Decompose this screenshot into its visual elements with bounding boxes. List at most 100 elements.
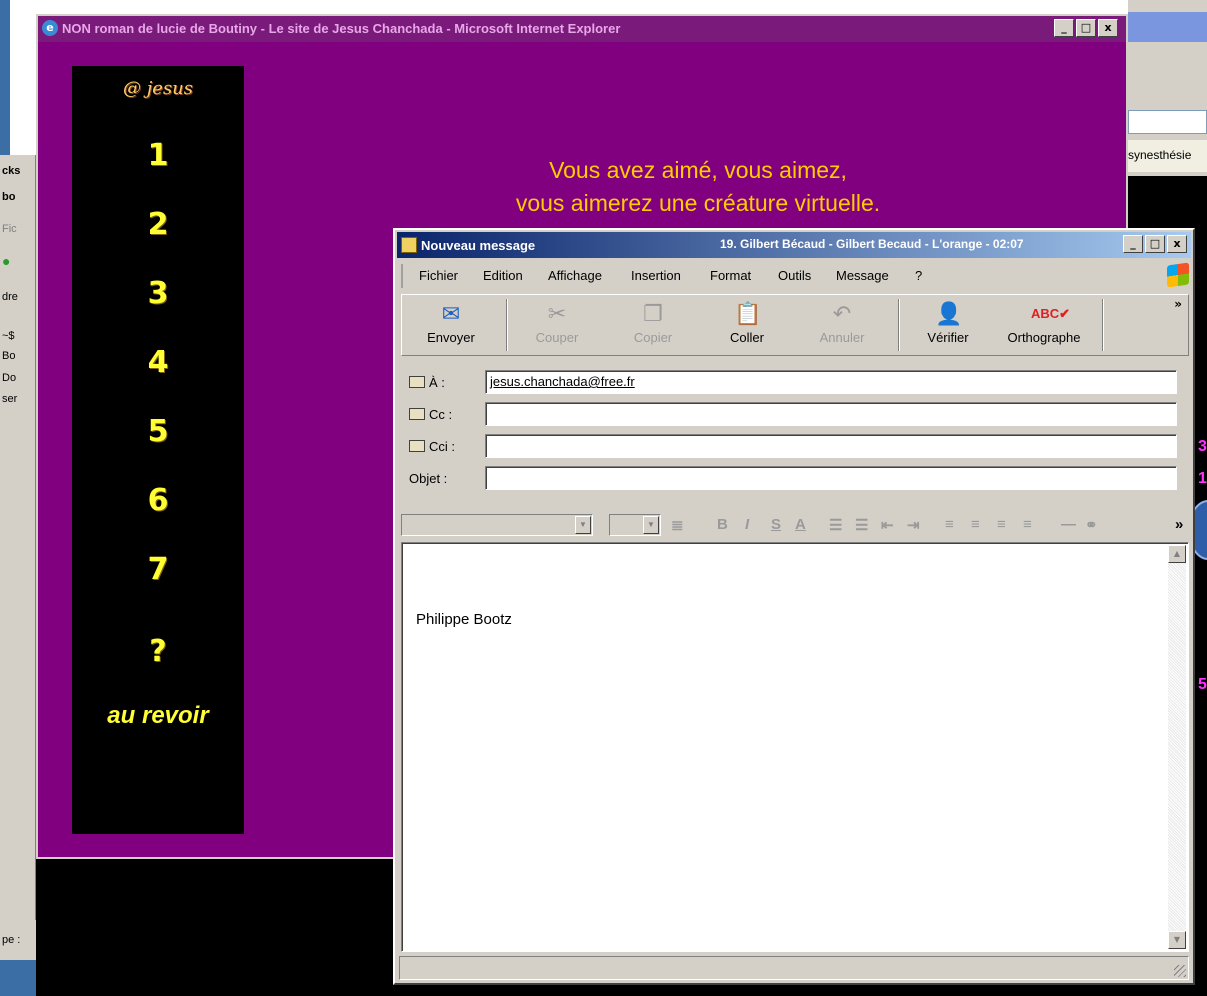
increase-indent-icon[interactable]: ⇥	[907, 516, 920, 534]
cc-label-wrap[interactable]: Cc :	[409, 407, 452, 422]
check-names-label: Vérifier	[927, 330, 969, 345]
check-names-button[interactable]: 👤 Vérifier	[910, 297, 986, 353]
nav-link-question[interactable]: ?	[72, 634, 244, 669]
compose-toolbar: ✉ Envoyer ✂ Couper ❐ Copier 📋 Coller ↶ A…	[401, 294, 1189, 356]
hyperlink-icon[interactable]: ⚭	[1085, 516, 1098, 534]
nav-link-4[interactable]: 4	[72, 345, 244, 380]
font-name-select[interactable]: ▼	[401, 514, 593, 536]
toolbar-separator	[898, 299, 900, 351]
minimize-button[interactable]: _	[1123, 235, 1143, 253]
background-fragment: ~$	[2, 330, 15, 342]
nav-link-2[interactable]: 2	[72, 207, 244, 242]
menu-message[interactable]: Message	[836, 268, 889, 283]
to-field[interactable]: jesus.chanchada@free.fr	[485, 370, 1177, 394]
message-body[interactable]: Philippe Bootz ▲ ▼	[401, 542, 1189, 952]
align-right-icon[interactable]: ≡	[997, 516, 1006, 533]
background-fragment: Fic	[2, 223, 17, 235]
scissors-icon: ✂	[547, 301, 567, 326]
nav-header-link[interactable]: @ jesus	[72, 78, 244, 99]
close-button[interactable]: x	[1167, 235, 1187, 253]
body-scrollbar[interactable]: ▲ ▼	[1168, 545, 1186, 949]
nav-link-5[interactable]: 5	[72, 414, 244, 449]
desktop-background	[0, 960, 36, 996]
bcc-label-wrap[interactable]: Cci :	[409, 439, 455, 454]
menu-fichier[interactable]: Fichier	[419, 268, 458, 283]
subject-row: Objet :	[409, 466, 1179, 492]
page-headline: Vous avez aimé, vous aimez, vous aimerez…	[418, 154, 978, 220]
toolbar-separator	[506, 299, 508, 351]
headline-line-1: Vous avez aimé, vous aimez,	[549, 157, 847, 183]
browser-title: NON roman de lucie de Boutiny - Le site …	[62, 21, 621, 36]
background-fragment: Do	[2, 372, 17, 384]
toolbar-more-chevron[interactable]: »	[1174, 297, 1182, 311]
menu-format[interactable]: Format	[710, 268, 751, 283]
horizontal-line-icon[interactable]: —	[1061, 516, 1076, 533]
paste-button[interactable]: 📋 Coller	[712, 297, 782, 353]
bullet-list-icon[interactable]: ☰	[855, 516, 868, 534]
formatting-toolbar: ▼ ▼ ≣ B I S A ☰ ☰ ⇤ ⇥ ≡ ≡ ≡ ≡ — ⚭ »	[399, 512, 1189, 540]
background-fragment: 1	[1198, 470, 1207, 487]
menu-edition[interactable]: Edition	[483, 268, 523, 283]
undo-label: Annuler	[819, 330, 865, 345]
undo-button[interactable]: ↶ Annuler	[807, 297, 877, 353]
resize-grip-icon[interactable]	[1174, 965, 1186, 977]
nav-link-6[interactable]: 6	[72, 483, 244, 518]
send-label: Envoyer	[427, 330, 475, 345]
font-size-select[interactable]: ▼	[609, 514, 661, 536]
cc-field[interactable]	[485, 402, 1177, 426]
bcc-row: Cci :	[409, 434, 1179, 460]
close-button[interactable]: x	[1098, 19, 1118, 37]
nav-link-7[interactable]: 7	[72, 552, 244, 587]
back-icon: ●	[2, 253, 11, 269]
background-fragment: ser	[2, 393, 18, 405]
align-center-icon[interactable]: ≡	[971, 516, 980, 533]
font-color-icon[interactable]: A	[795, 516, 806, 533]
bold-icon[interactable]: B	[717, 516, 728, 533]
to-label-wrap[interactable]: À :	[409, 375, 445, 390]
nav-link-goodbye[interactable]: au revoir	[72, 702, 244, 730]
spelling-button[interactable]: ABC✔ Orthographe	[996, 297, 1092, 353]
bcc-field[interactable]	[485, 434, 1177, 458]
address-book-icon	[409, 376, 425, 388]
maximize-button[interactable]: □	[1145, 235, 1165, 253]
send-button[interactable]: ✉ Envoyer	[416, 297, 486, 353]
subject-field[interactable]	[485, 466, 1177, 490]
format-more-chevron[interactable]: »	[1175, 516, 1183, 533]
nav-link-1[interactable]: 1	[72, 138, 244, 173]
cut-label: Couper	[535, 330, 579, 345]
compose-caption-buttons: _ □ x	[1123, 235, 1187, 253]
copy-label: Copier	[633, 330, 673, 345]
background-tab: synesthésie	[1128, 140, 1207, 172]
background-fragment: cks	[2, 165, 21, 177]
italic-icon[interactable]: I	[745, 516, 749, 533]
cc-label: Cc :	[429, 407, 453, 422]
to-field-value: jesus.chanchada@free.fr	[490, 374, 635, 389]
menu-affichage[interactable]: Affichage	[548, 268, 602, 283]
scroll-down-arrow[interactable]: ▼	[1168, 931, 1186, 949]
underline-icon[interactable]: S	[771, 516, 781, 533]
ie-icon: e	[42, 20, 58, 36]
nav-link-3[interactable]: 3	[72, 276, 244, 311]
background-window-titlebar	[1128, 12, 1207, 42]
menu-outils[interactable]: Outils	[778, 268, 811, 283]
menu-help[interactable]: ?	[915, 268, 922, 283]
background-fragment: Bo	[2, 350, 16, 362]
menu-insertion[interactable]: Insertion	[631, 268, 681, 283]
message-body-text: Philippe Bootz	[416, 611, 512, 628]
undo-icon: ↶	[832, 301, 852, 326]
minimize-button[interactable]: _	[1054, 19, 1074, 37]
cut-button[interactable]: ✂ Couper	[522, 297, 592, 353]
browser-titlebar[interactable]: e NON roman de lucie de Boutiny - Le sit…	[38, 16, 1126, 42]
site-nav-column: @ jesus 1 2 3 4 5 6 7 ? au revoir	[72, 66, 244, 834]
background-address-bar	[1128, 110, 1207, 134]
paragraph-style-icon[interactable]: ≣	[671, 516, 684, 534]
copy-button[interactable]: ❐ Copier	[618, 297, 688, 353]
subject-label: Objet :	[409, 471, 448, 486]
align-left-icon[interactable]: ≡	[945, 516, 954, 533]
numbered-list-icon[interactable]: ☰	[829, 516, 842, 534]
compose-titlebar[interactable]: Nouveau message 19. Gilbert Bécaud - Gil…	[397, 232, 1191, 258]
justify-icon[interactable]: ≡	[1023, 516, 1032, 533]
scroll-up-arrow[interactable]: ▲	[1168, 545, 1186, 563]
maximize-button[interactable]: □	[1076, 19, 1096, 37]
decrease-indent-icon[interactable]: ⇤	[881, 516, 894, 534]
